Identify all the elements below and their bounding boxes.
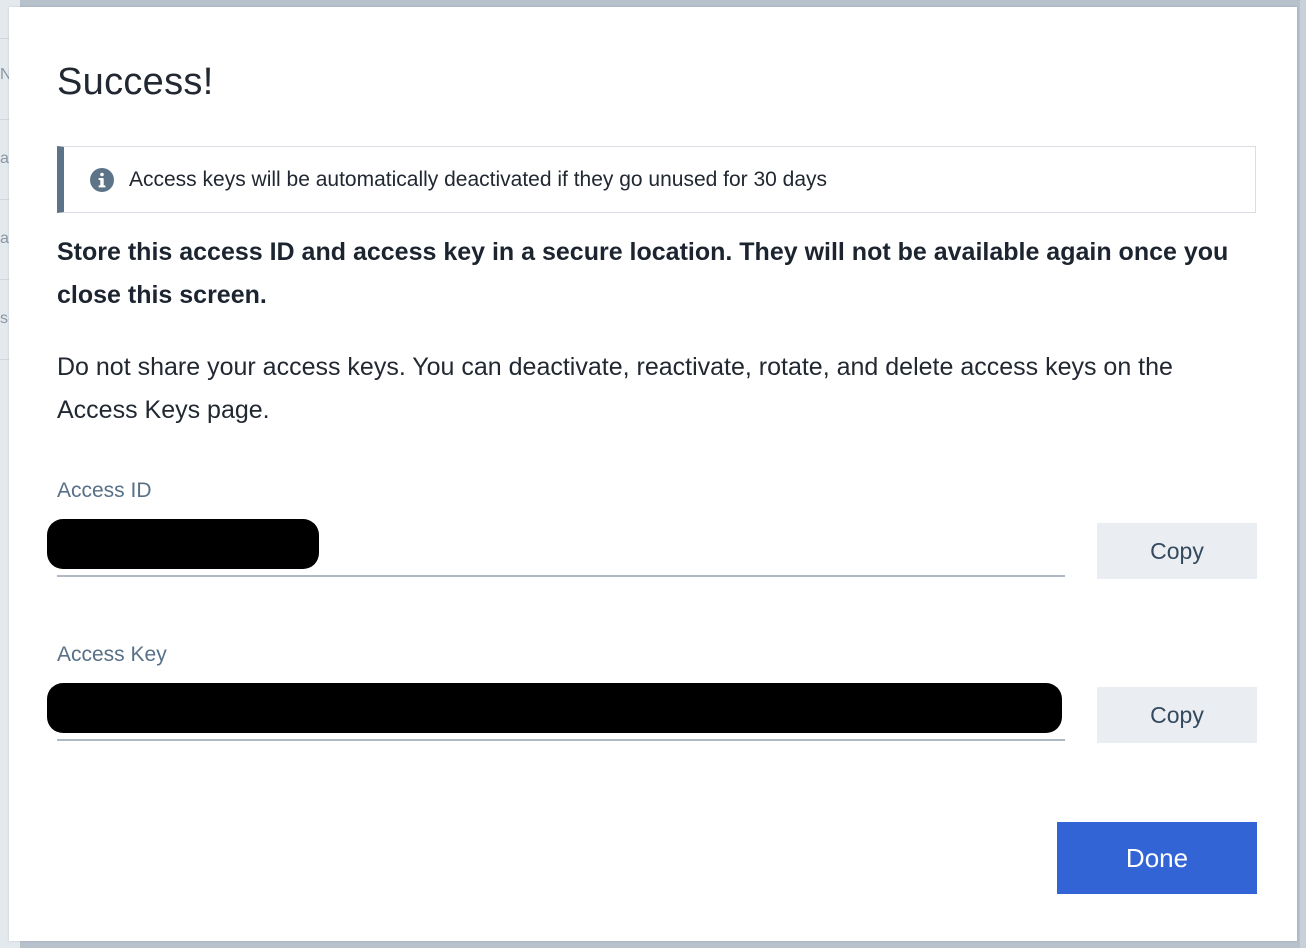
background-text-fragment: a	[0, 150, 9, 167]
dialog-title: Success!	[57, 61, 214, 103]
info-notice-text: Access keys will be automatically deacti…	[129, 167, 828, 191]
storage-warning: Store this access ID and access key in a…	[57, 238, 1229, 309]
info-notice: Access keys will be automatically deacti…	[57, 146, 1256, 213]
done-button[interactable]: Done	[1057, 822, 1257, 894]
access-key-redaction	[47, 683, 1062, 733]
success-dialog: Success! Access keys will be automatical…	[9, 7, 1297, 941]
access-id-field[interactable]	[47, 519, 1065, 577]
access-id-label: Access ID	[57, 479, 152, 502]
copy-access-id-button[interactable]: Copy	[1097, 523, 1257, 579]
access-key-label: Access Key	[57, 643, 167, 666]
access-key-field[interactable]	[47, 683, 1065, 741]
info-icon	[90, 167, 114, 192]
background-page-edge	[1300, 0, 1306, 948]
background-text-fragment: a	[0, 230, 9, 247]
sharing-description: Do not share your access keys. You can d…	[57, 353, 1173, 424]
access-id-redaction	[47, 519, 319, 569]
copy-access-key-button[interactable]: Copy	[1097, 687, 1257, 743]
